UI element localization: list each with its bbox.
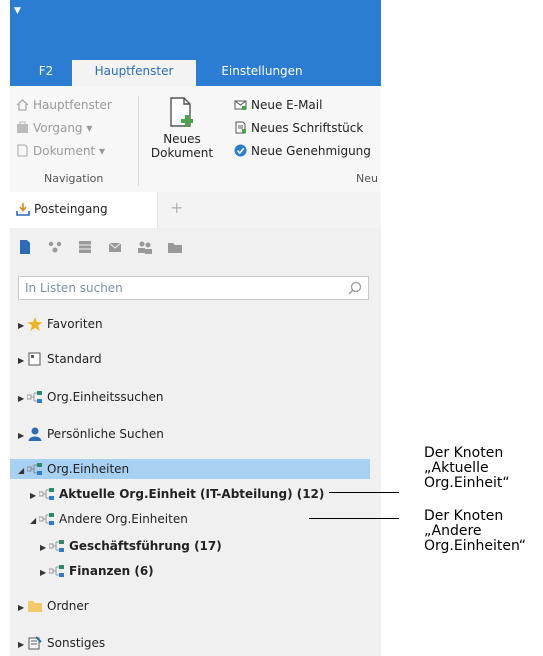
tree-node-ordner[interactable]: ▶ Ordner — [18, 596, 89, 616]
tab-posteingang[interactable]: Posteingang — [10, 192, 158, 228]
neue-email-button[interactable]: Neue E-Mail — [234, 98, 322, 112]
inbox-download-icon — [16, 203, 30, 216]
org-units-icon[interactable] — [48, 240, 62, 254]
annotation-aktuelle: Der Knoten „Aktuelle Org.Einheit“ — [424, 445, 510, 491]
tree-node-aktuelle-org-einheit[interactable]: ▶ Aktuelle Org.Einheit (IT-Abteilung) (12… — [30, 484, 324, 504]
expand-arrow-icon[interactable]: ▶ — [30, 486, 39, 506]
document-list-icon[interactable] — [18, 240, 32, 254]
folder-icon — [28, 601, 42, 612]
tree-node-org-einheiten[interactable]: ◢ Org.Einheiten — [10, 459, 370, 479]
tree-node-sonstiges[interactable]: ▶ Sonstiges — [18, 633, 105, 653]
home-icon — [16, 99, 29, 111]
neues-schriftstueck-button[interactable]: Neues Schriftstück — [234, 121, 363, 135]
group-label-navigation: Navigation — [44, 172, 104, 185]
neues-dokument-label-1: Neues — [163, 132, 201, 146]
annotation-line-aktuelle — [329, 492, 399, 493]
tab-einstellungen[interactable]: Einstellungen — [200, 60, 324, 86]
neues-dokument-label-2: Dokument — [150, 146, 214, 160]
ribbon: Hauptfenster Vorgang ▾ Dokument ▾ Naviga… — [10, 86, 381, 193]
title-bar: ▼ F2 Hauptfenster Einstellungen — [10, 0, 381, 86]
quick-access-dropdown-icon[interactable]: ▼ — [14, 6, 21, 16]
expand-arrow-icon[interactable]: ▶ — [18, 598, 27, 618]
contacts-icon[interactable] — [138, 240, 152, 254]
collapse-arrow-icon[interactable]: ◢ — [18, 461, 27, 481]
new-document-icon — [170, 97, 193, 127]
add-tab-icon[interactable]: + — [170, 198, 183, 217]
navigation-pane: ▶Favoriten ▶Standard ▶Org.Einheitssuchen… — [10, 228, 381, 656]
expand-arrow-icon[interactable]: ▶ — [18, 635, 27, 655]
group-separator — [138, 96, 139, 186]
org-hierarchy-icon — [27, 391, 42, 403]
folder-case-icon — [17, 121, 28, 133]
search-input[interactable] — [25, 280, 345, 296]
group-label-neu: Neu — [356, 172, 378, 185]
org-hierarchy-icon — [39, 488, 54, 500]
tab-f2[interactable]: F2 — [20, 60, 72, 86]
search-icon[interactable] — [348, 281, 362, 295]
nav-dokument-button[interactable]: Dokument ▾ — [16, 144, 105, 158]
tab-hauptfenster[interactable]: Hauptfenster — [72, 60, 196, 86]
new-letter-icon — [235, 121, 246, 134]
ribbon-tabs: F2 Hauptfenster Einstellungen — [10, 60, 381, 86]
neues-dokument-button[interactable]: Neues Dokument — [146, 96, 218, 160]
expand-arrow-icon[interactable]: ▶ — [40, 538, 49, 558]
org-hierarchy-icon — [49, 540, 64, 552]
nav-hauptfenster-button[interactable]: Hauptfenster — [16, 98, 112, 112]
star-icon — [27, 317, 43, 331]
tree-node-finanzen[interactable]: ▶ Finanzen (6) — [40, 561, 154, 581]
person-icon — [28, 427, 42, 441]
org-hierarchy-icon — [49, 565, 64, 577]
application-window: ▼ F2 Hauptfenster Einstellungen Hauptfen… — [10, 0, 381, 656]
org-hierarchy-icon — [39, 513, 54, 525]
annotation-andere: Der Knoten „Andere Org.Einheiten“ — [424, 508, 527, 554]
approval-icon — [234, 144, 247, 157]
folder-icon[interactable] — [168, 240, 182, 254]
mail-icon[interactable] — [108, 240, 122, 254]
new-email-icon — [234, 100, 247, 110]
tree-node-persoenliche-suchen[interactable]: ▶ Persönliche Suchen — [18, 424, 164, 444]
search-box — [18, 276, 369, 300]
expand-arrow-icon[interactable]: ▶ — [18, 351, 27, 371]
expand-arrow-icon[interactable]: ▶ — [18, 426, 27, 446]
tree-node-standard[interactable]: ▶ Standard — [18, 349, 102, 369]
collapse-arrow-icon[interactable]: ◢ — [30, 511, 39, 531]
document-icon — [17, 144, 28, 157]
org-hierarchy-icon — [27, 463, 42, 475]
list-icon[interactable] — [78, 240, 92, 254]
neue-genehmigung-button[interactable]: Neue Genehmigung — [234, 144, 371, 158]
annotation-line-andere — [309, 518, 399, 519]
expand-arrow-icon[interactable]: ▶ — [40, 563, 49, 583]
misc-icon — [28, 636, 42, 650]
tab-posteingang-label: Posteingang — [34, 202, 108, 216]
expand-arrow-icon[interactable]: ▶ — [18, 389, 27, 409]
tree-node-org-einheitssuchen[interactable]: ▶ Org.Einheitssuchen — [18, 387, 163, 407]
standard-list-icon — [28, 352, 41, 366]
tree-node-favoriten[interactable]: ▶ Favoriten — [18, 314, 103, 334]
tree-node-geschaeftsfuehrung[interactable]: ▶ Geschäftsführung (17) — [40, 536, 222, 556]
expand-arrow-icon[interactable]: ▶ — [18, 316, 27, 336]
nav-vorgang-button[interactable]: Vorgang ▾ — [16, 121, 92, 135]
tree-node-andere-org-einheiten[interactable]: ◢ Andere Org.Einheiten — [30, 509, 188, 529]
document-tab-bar: Posteingang + — [10, 192, 381, 228]
